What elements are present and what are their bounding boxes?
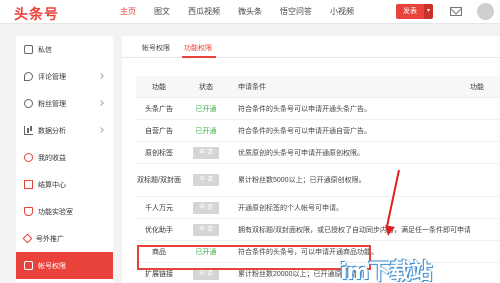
header-feature: 功能 [152,83,166,91]
status-badge: 已开通 [195,127,217,135]
book-icon [24,180,33,189]
fans-icon [24,99,33,108]
sidebar-item-label: 结算中心 [38,181,66,189]
feature-name: 原创标签 [145,149,173,157]
sidebar-item-lab[interactable]: 功能实验室 [16,198,113,225]
header-feature-extra: 功能 [470,83,484,91]
condition-text: 拥有双标题/双封面权限，或已授权了自动同步内容，满足任一条件即可申请开通。 [238,226,470,234]
publish-dropdown-icon[interactable]: ▾ [424,4,433,19]
condition-text: 累计粉丝数5000以上；已开通原创权限。 [238,177,366,184]
sidebar-item-label: 我的收益 [38,154,66,162]
annotation-arrow-head [383,225,395,237]
watermark: im下载站 [340,260,432,283]
data-icon [24,126,33,135]
sidebar-item-settlement[interactable]: 结算中心 [16,171,113,198]
table-row: 双标题/双封面 申 请 累计粉丝数5000以上；已开通原创权限。 [136,164,500,197]
table-row: 头条广告 已开通 符合条件的头条号可以申请开通头条广告。 [136,98,500,120]
publish-button[interactable]: 发表 [396,4,424,19]
apply-button[interactable]: 申 请 [193,223,219,236]
table-row: 优化助手 申 请 拥有双标题/双封面权限，或已授权了自动同步内容，满足任一条件即… [136,219,500,241]
header-condition: 申请条件 [238,83,266,91]
feature-name: 自营广告 [145,127,173,135]
lab-icon [24,207,33,216]
sidebar-item-fans[interactable]: 粉丝管理 [16,90,113,117]
condition-text: 开通原创标签的个人帐号可申请。 [238,204,343,212]
nav-wukong-qa[interactable]: 悟空问答 [280,6,312,17]
chat-icon [24,45,33,54]
active-tab-indicator [182,56,216,58]
status-badge: 已开通 [195,105,217,113]
table-row: 自营广告 已开通 符合条件的头条号可以申请开通自营广告。 [136,120,500,142]
comment-icon [24,72,33,81]
sidebar-item-label: 帐号权限 [38,262,66,270]
condition-text: 符合条件的头条号可以申请开通自营广告。 [238,127,371,135]
table-header: 功能 状态 申请条件 功能 [136,76,500,98]
tab-account-permission[interactable]: 帐号权限 [142,43,170,53]
feature-name: 扩展链接 [145,270,173,278]
permission-icon [24,261,33,270]
nav-short-video[interactable]: 小视频 [330,6,354,17]
feature-name: 双标题/双封面 [137,177,181,184]
sidebar-item-label: 号外推广 [36,235,64,243]
sidebar-item-label: 数据分析 [38,127,66,135]
sidebar-item-label: 私信 [38,46,52,54]
apply-button[interactable]: 申 请 [193,146,219,159]
chevron-right-icon [98,73,104,79]
top-bar: 头条号 主页 图文 西瓜视频 微头条 悟空问答 小视频 发表 ▾ [0,0,500,24]
nav-article[interactable]: 图文 [154,6,170,17]
coin-icon [24,153,33,162]
sidebar-item-data[interactable]: 数据分析 [16,117,113,144]
sidebar-item-comments[interactable]: 评论管理 [16,63,113,90]
sidebar: 私信 评论管理 粉丝管理 数据分析 我的收益 结算中心 功能实验室 号外推广 帐… [16,36,113,283]
apply-button[interactable]: 申 请 [193,174,219,186]
sidebar-item-messages[interactable]: 私信 [16,36,113,63]
tab-feature-permission[interactable]: 功能权限 [184,43,212,53]
sidebar-item-label: 功能实验室 [38,208,73,216]
sidebar-item-promotion[interactable]: 号外推广 [16,225,113,252]
sidebar-item-earnings[interactable]: 我的收益 [16,144,113,171]
feature-name: 优化助手 [145,226,173,234]
condition-text: 符合条件的头条号可以申请开通头条广告。 [238,105,371,113]
logo[interactable]: 头条号 [14,4,59,24]
sidebar-item-label: 评论管理 [38,73,66,81]
publish-group: 发表 ▾ [396,4,433,19]
promo-icon [22,233,33,244]
chevron-right-icon [98,127,104,133]
nav-xigua-video[interactable]: 西瓜视频 [188,6,220,17]
tab-bar: 帐号权限 功能权限 [122,36,500,58]
sidebar-item-label: 粉丝管理 [38,100,66,108]
avatar[interactable] [477,3,494,20]
feature-name: 头条广告 [145,105,173,113]
header-status: 状态 [199,83,213,91]
sidebar-item-permissions[interactable]: 帐号权限 [16,252,113,279]
nav-micro-toutiao[interactable]: 微头条 [238,6,262,17]
chevron-right-icon [98,100,104,106]
condition-text: 优质原创的头条号可申请开通原创权限。 [238,149,364,157]
main-nav: 主页 图文 西瓜视频 微头条 悟空问答 小视频 [120,6,372,17]
highlight-box [137,245,371,270]
mail-icon[interactable] [450,7,462,16]
feature-name: 千人万元 [145,204,173,212]
apply-button[interactable]: 申 请 [193,201,219,214]
table-row: 原创标签 申 请 优质原创的头条号可申请开通原创权限。 [136,142,500,164]
nav-home[interactable]: 主页 [120,6,136,17]
table-row: 千人万元 申 请 开通原创标签的个人帐号可申请。 [136,197,500,219]
